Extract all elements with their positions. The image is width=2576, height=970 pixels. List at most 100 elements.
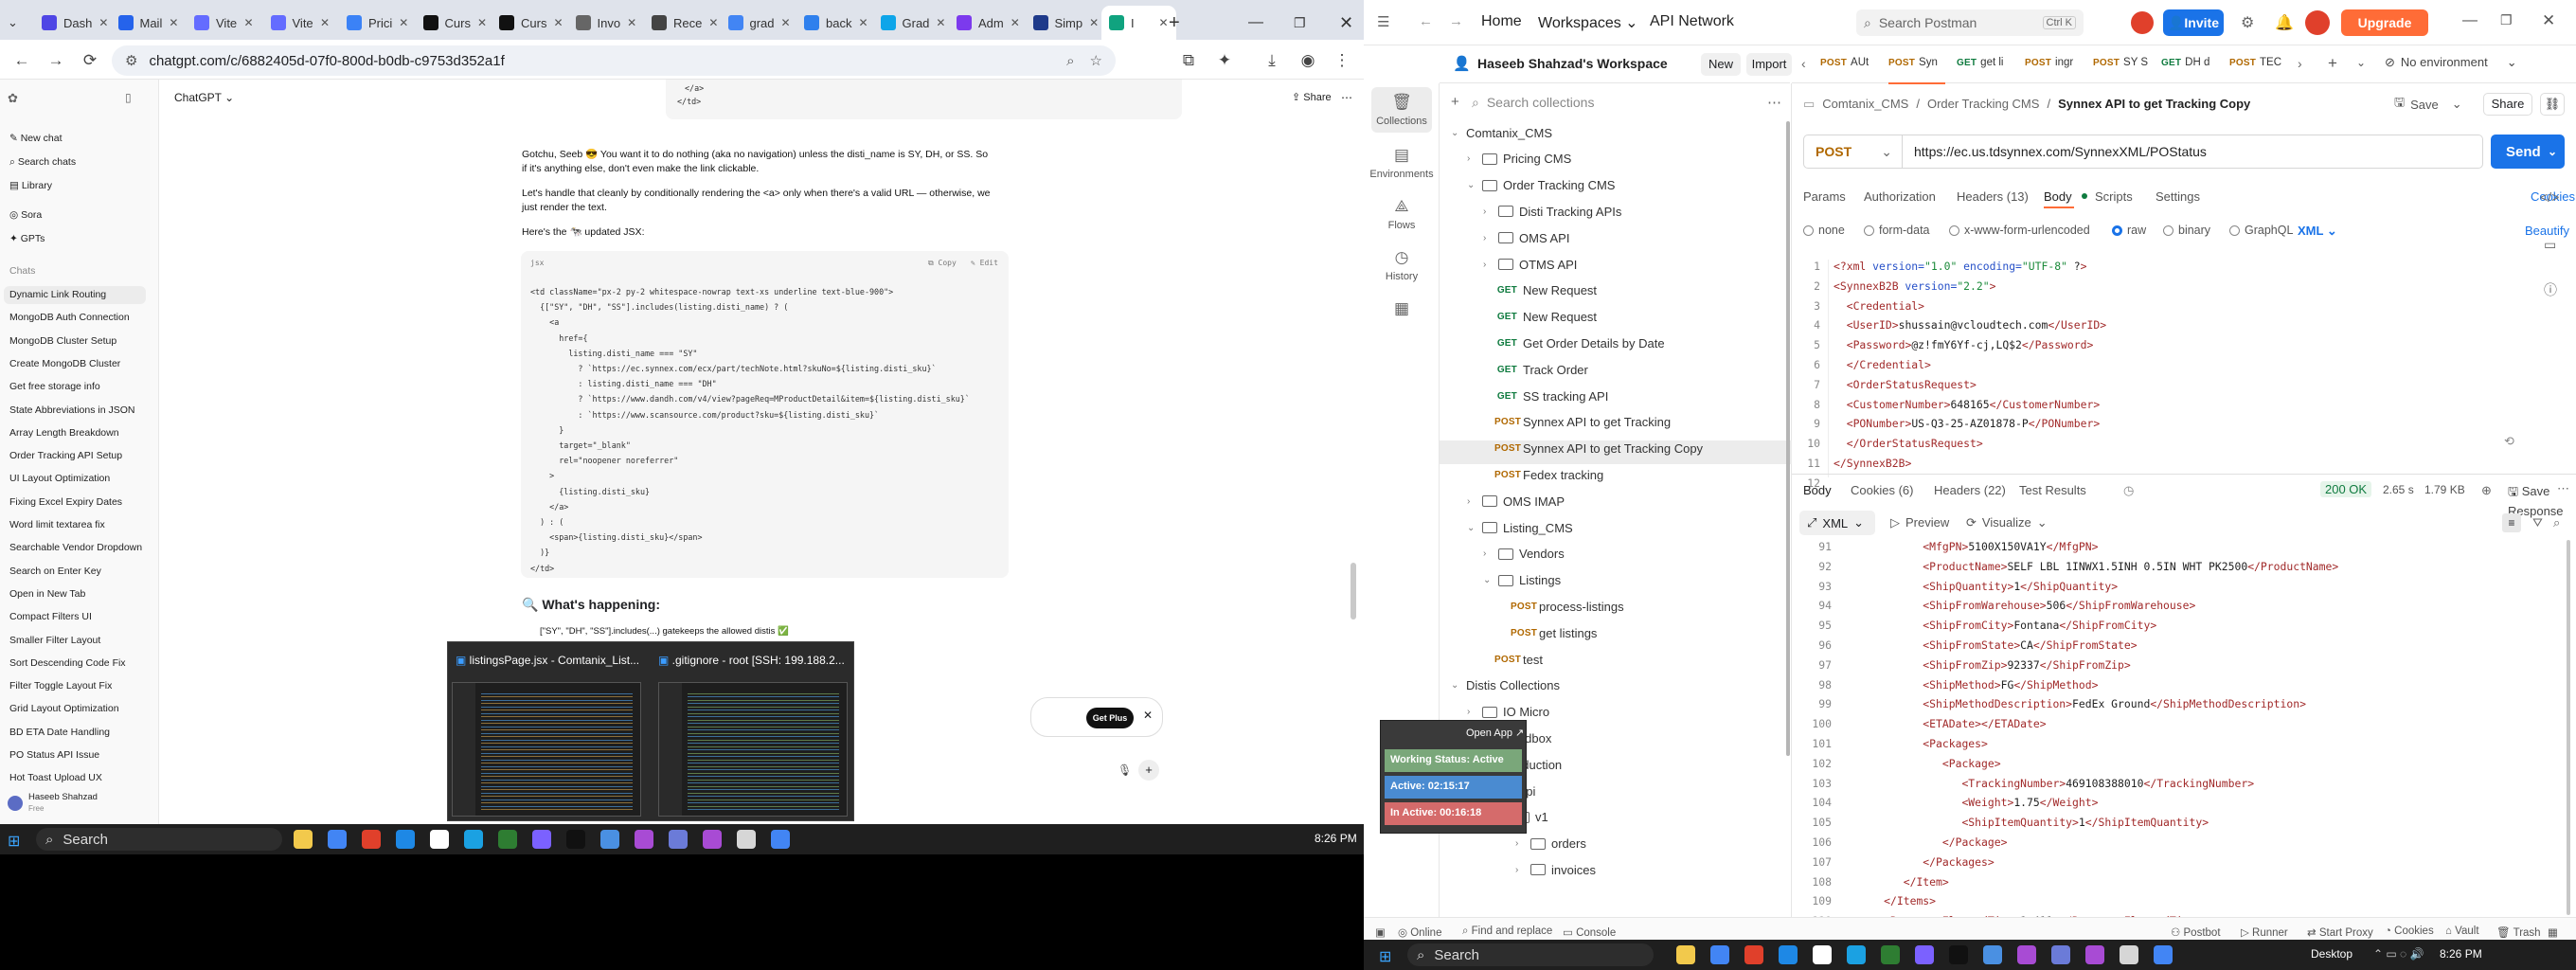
body-type-radio[interactable]: none <box>1803 224 1845 237</box>
layout-icon[interactable]: ▣ <box>1375 925 1386 939</box>
browser-tab[interactable]: Curs ✕ <box>492 6 566 40</box>
status-badge[interactable]: 200 OK <box>2320 481 2372 497</box>
tab-close-icon[interactable]: ✕ <box>781 16 791 29</box>
body-format-select[interactable]: XML ⌄ <box>2298 224 2337 239</box>
request-subtab[interactable]: Headers (13) <box>1957 189 2029 204</box>
taskbar-app-icon[interactable] <box>669 830 688 849</box>
sidebar-menu-item[interactable]: ✎ New chat <box>9 133 63 144</box>
response-tab[interactable]: Test Results <box>2019 483 2086 497</box>
rail-more[interactable]: ▦ <box>1364 299 1440 322</box>
request-tab[interactable]: POST ingr <box>2025 57 2073 68</box>
nav-home[interactable]: Home <box>1481 13 1522 30</box>
body-type-radio[interactable]: GraphQL <box>2229 224 2293 237</box>
address-bar[interactable]: ⚙ chatgpt.com/c/6882405d-07f0-800d-b0db-… <box>112 45 1116 76</box>
chat-history-item[interactable]: UI Layout Optimization <box>9 473 110 484</box>
chevron-right-icon[interactable]: › <box>1467 496 1476 507</box>
folder-item[interactable]: ⌄ Order Tracking CMS <box>1467 176 1615 195</box>
tabs-right-icon[interactable]: › <box>2298 56 2302 71</box>
body-type-radio[interactable]: binary <box>2163 224 2210 237</box>
tray-icons[interactable]: ⌃ ▭ ◌ 🔊 <box>2373 947 2424 961</box>
site-info-icon[interactable]: ⚙ <box>125 52 137 69</box>
browser-tab[interactable]: Mail ✕ <box>111 6 186 40</box>
sidebar-menu-item[interactable]: ◎ Sora <box>9 209 42 221</box>
wrap-icon[interactable]: ≡ <box>2502 513 2521 532</box>
preview-button[interactable]: ▷ Preview <box>1890 515 1949 530</box>
taskbar-app-icon[interactable] <box>328 830 347 849</box>
response-size[interactable]: 1.79 KB <box>2424 483 2465 496</box>
tab-close-icon[interactable]: ✕ <box>169 16 178 29</box>
chat-history-item[interactable]: Searchable Vendor Dropdown <box>9 542 142 553</box>
folder-item[interactable]: › invoices <box>1515 860 1596 879</box>
request-item[interactable]: POST Fedex tracking <box>1483 465 1603 484</box>
globe-icon[interactable]: ⊕ <box>2481 483 2492 498</box>
tab-close-icon[interactable]: ✕ <box>858 16 868 29</box>
taskbar-app-icon[interactable] <box>566 830 585 849</box>
status-runner[interactable]: ▷ Runner <box>2241 925 2288 939</box>
chevron-down-icon[interactable]: ⌄ <box>1467 523 1476 533</box>
scrollbar[interactable] <box>1351 563 1356 620</box>
format-icon[interactable]: ⟲ <box>2504 434 2514 449</box>
profile-icon[interactable]: ◉ <box>1296 48 1320 73</box>
breadcrumb-item[interactable]: Comtanix_CMS <box>1822 97 1908 112</box>
tab-close-icon[interactable]: ✕ <box>98 16 108 29</box>
browser-tab[interactable]: Vite ✕ <box>263 6 338 40</box>
method-select[interactable]: POST ⌄ <box>1804 135 1903 168</box>
reload-icon[interactable]: ⟳ <box>78 48 102 73</box>
downloads-icon[interactable]: ⤓ <box>1260 48 1284 73</box>
chat-history-item[interactable]: Grid Layout Optimization <box>9 703 119 714</box>
model-selector[interactable]: ChatGPT ⌄ <box>174 91 234 104</box>
chevron-right-icon[interactable]: › <box>1515 865 1525 875</box>
visualize-button[interactable]: ⟳ Visualize ⌄ <box>1966 515 2048 530</box>
taskbar-search[interactable]: ⌕ Search <box>1407 943 1654 966</box>
taskbar-app-icon[interactable] <box>1744 945 1763 964</box>
grid-icon[interactable]: ▦ <box>2548 925 2558 939</box>
tab-close-icon[interactable]: ✕ <box>553 16 563 29</box>
rail-flows[interactable]: ⟁ Flows <box>1364 197 1440 231</box>
maximize-icon[interactable]: ❐ <box>1286 6 1320 40</box>
response-time[interactable]: 2.65 s <box>2383 483 2414 496</box>
add-collection-icon[interactable]: + <box>1451 94 1459 110</box>
chevron-right-icon[interactable]: › <box>1483 233 1493 243</box>
sidebar-menu-item[interactable]: ⌕ Search chats <box>9 156 76 169</box>
maximize-icon[interactable]: ❐ <box>2500 12 2513 28</box>
upgrade-button[interactable]: Upgrade <box>2341 9 2428 36</box>
status-console[interactable]: ▭ Console <box>1563 925 1616 939</box>
save-button[interactable]: 🖫 Save ⌄ <box>2394 93 2474 116</box>
request-body-editor[interactable]: 1 <?xml version="1.0" encoding="UTF-8" ?>… <box>1792 260 2576 490</box>
zoom-icon[interactable]: ⌕ <box>1066 53 1074 69</box>
taskbar-app-icon[interactable] <box>1915 945 1934 964</box>
browser-tab[interactable]: Prici ✕ <box>339 6 414 40</box>
status-cookies[interactable]: ◔ Cookies <box>2385 925 2434 937</box>
chevron-right-icon[interactable]: › <box>1515 838 1525 849</box>
chat-history-item[interactable]: Sort Descending Code Fix <box>9 657 126 669</box>
chat-history-item[interactable]: Compact Filters UI <box>9 611 92 622</box>
chat-history-item[interactable]: Array Length Breakdown <box>9 427 119 439</box>
taskbar-app-icon[interactable] <box>2085 945 2104 964</box>
request-tab[interactable]: POST TEC <box>2229 57 2281 68</box>
bell-icon[interactable]: 🔔 <box>2275 13 2294 32</box>
taskbar-app-icon[interactable] <box>1779 945 1798 964</box>
chevron-down-icon[interactable]: ⌄ <box>1451 680 1460 691</box>
beautify-link[interactable]: Beautify <box>2525 224 2569 238</box>
extensions-icon[interactable]: ⧉ <box>1176 48 1201 73</box>
folder-item[interactable]: ⌄ Listings <box>1483 571 1561 590</box>
taskbar-app-icon[interactable] <box>771 830 790 849</box>
browser-tab[interactable]: Vite ✕ <box>187 6 261 40</box>
window-thumbnail[interactable] <box>452 682 641 817</box>
chat-history-item[interactable]: MongoDB Cluster Setup <box>9 335 116 347</box>
chat-history-item[interactable]: BD ETA Date Handling <box>9 727 110 738</box>
taskbar-app-icon[interactable] <box>2051 945 2070 964</box>
browser-tab[interactable]: Rece ✕ <box>644 6 719 40</box>
filter-icon[interactable]: ⛛ <box>2532 515 2543 530</box>
code-snippet-icon[interactable]: </> <box>2540 189 2559 205</box>
tab-close-icon[interactable]: ✕ <box>477 16 487 29</box>
browser-tab[interactable]: Grad ✕ <box>873 6 948 40</box>
workspace-name[interactable]: Haseeb Shahzad's Workspace <box>1477 56 1668 71</box>
microphone-icon[interactable]: 🎙 <box>1118 763 1132 777</box>
back-icon[interactable]: ← <box>9 48 34 73</box>
comments-icon[interactable]: ▭ <box>2544 237 2556 253</box>
share-button[interactable]: Share <box>2483 93 2532 116</box>
folder-item[interactable]: › OTMS API <box>1483 255 1577 274</box>
folder-item[interactable]: › OMS IMAP <box>1467 492 1565 511</box>
share-button[interactable]: ⇪ Share <box>1292 91 1332 103</box>
